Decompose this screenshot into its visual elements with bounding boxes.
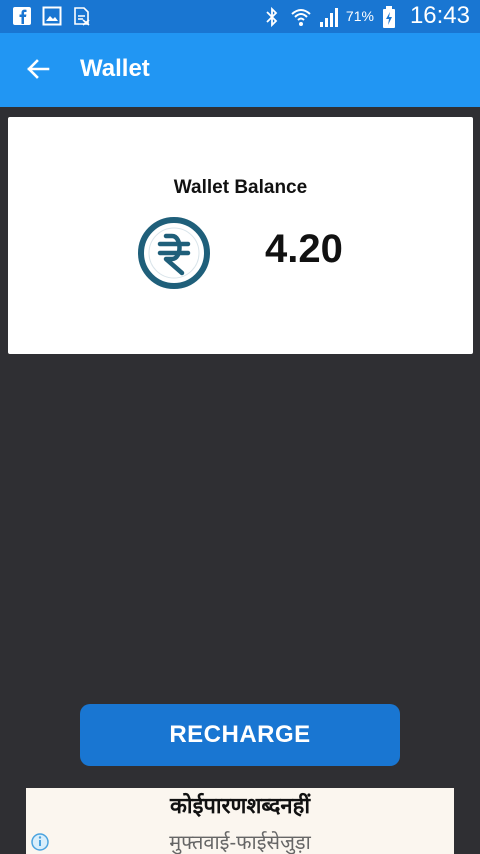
recharge-button[interactable]: RECHARGE <box>80 704 400 766</box>
ad-headline: कोईपारणशब्दनहीं <box>169 793 311 818</box>
page-title: Wallet <box>80 55 150 82</box>
app-bar: Wallet <box>0 33 480 107</box>
wifi-icon <box>290 6 311 26</box>
arrow-back-icon[interactable] <box>24 55 52 83</box>
signal-icon <box>318 6 338 27</box>
wallet-balance-amount: 4.20 <box>265 227 343 271</box>
facebook-icon <box>12 6 32 26</box>
rupee-icon <box>136 215 212 291</box>
gallery-icon <box>42 6 62 26</box>
info-icon[interactable] <box>30 832 50 852</box>
bluetooth-icon <box>262 6 282 28</box>
wallet-balance-label: Wallet Balance <box>173 177 308 198</box>
ad-subtext: मुफ्तवाई-फाईसेजुड़ा <box>169 832 311 854</box>
status-right: 71% 16:43 <box>262 4 470 28</box>
battery-percent: 71% <box>345 8 374 24</box>
notification-icon <box>72 6 92 26</box>
ad-banner[interactable]: कोईपारणशब्दनहीं मुफ्तवाई-फाईसेजुड़ा <box>26 788 454 854</box>
clock: 16:43 <box>409 2 470 29</box>
battery-icon <box>382 6 402 28</box>
wallet-balance-card: Wallet Balance 4.20 <box>8 117 473 354</box>
status-bar: 71% 16:43 <box>0 0 480 33</box>
status-left <box>12 6 92 26</box>
